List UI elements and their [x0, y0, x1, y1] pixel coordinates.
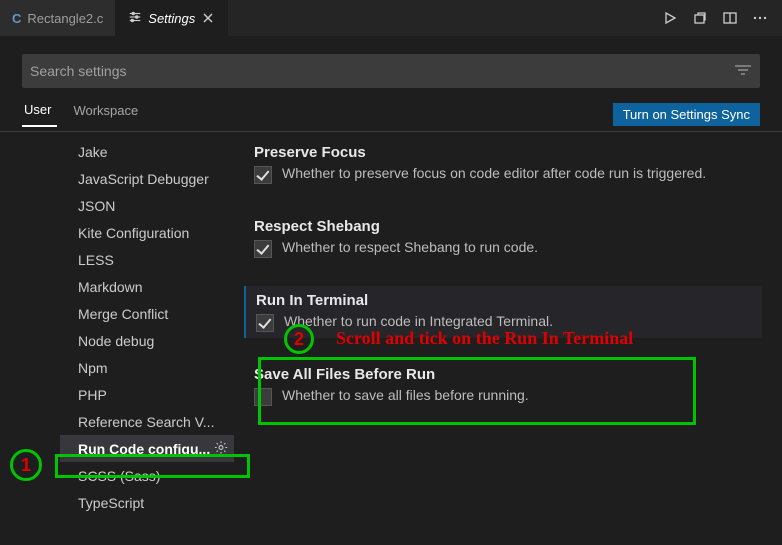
scope-row: User Workspace Turn on Settings Sync: [0, 98, 782, 132]
more-icon[interactable]: [752, 10, 768, 26]
open-json-icon[interactable]: [692, 10, 708, 26]
sidenav-item[interactable]: Run Code configu...: [60, 435, 234, 462]
sidenav-item[interactable]: Kite Configuration: [60, 219, 234, 246]
gear-icon[interactable]: [214, 440, 228, 457]
save-all-checkbox[interactable]: [254, 388, 272, 406]
settings-icon: [128, 10, 142, 27]
sidenav-item[interactable]: PHP: [60, 381, 234, 408]
sidenav-item[interactable]: Npm: [60, 354, 234, 381]
sidenav-item[interactable]: Reference Search V...: [60, 408, 234, 435]
sidenav-item[interactable]: LESS: [60, 246, 234, 273]
sidenav-item[interactable]: JavaScript Debugger: [60, 165, 234, 192]
respect-shebang-checkbox[interactable]: [254, 240, 272, 258]
setting-desc: Whether to run code in Integrated Termin…: [284, 312, 553, 331]
setting-title: Save All Files Before Run: [254, 366, 752, 383]
editor-actions: [648, 10, 782, 26]
sidenav-item[interactable]: Markdown: [60, 273, 234, 300]
run-icon[interactable]: [662, 10, 678, 26]
settings-sync-button[interactable]: Turn on Settings Sync: [613, 103, 760, 126]
setting-run-in-terminal: Run In Terminal Whether to run code in I…: [244, 286, 762, 338]
setting-desc: Whether to save all files before running…: [282, 386, 529, 405]
setting-title: Run In Terminal: [256, 292, 752, 309]
sidenav-item[interactable]: Merge Conflict: [60, 300, 234, 327]
sidenav-item[interactable]: TypeScript: [60, 489, 234, 516]
scope-user[interactable]: User: [22, 102, 57, 127]
setting-desc: Whether to respect Shebang to run code.: [282, 238, 538, 257]
settings-panel: Preserve Focus Whether to preserve focus…: [234, 138, 782, 545]
scope-workspace[interactable]: Workspace: [71, 103, 144, 126]
setting-preserve-focus: Preserve Focus Whether to preserve focus…: [244, 138, 762, 190]
setting-respect-shebang: Respect Shebang Whether to respect Sheba…: [244, 212, 762, 264]
close-icon[interactable]: [201, 11, 215, 25]
run-in-terminal-checkbox[interactable]: [256, 314, 274, 332]
c-file-icon: C: [12, 11, 21, 26]
sidenav-item[interactable]: Node debug: [60, 327, 234, 354]
sidenav-item[interactable]: SCSS (Sass): [60, 462, 234, 489]
tab-label: Rectangle2.c: [27, 11, 103, 26]
setting-save-all: Save All Files Before Run Whether to sav…: [244, 360, 762, 412]
setting-title: Respect Shebang: [254, 218, 752, 235]
sidenav-item[interactable]: JSON: [60, 192, 234, 219]
settings-search-row: [22, 54, 760, 88]
sidenav-item[interactable]: Jake: [60, 138, 234, 165]
search-input[interactable]: [30, 63, 734, 79]
settings-tree[interactable]: JakeJavaScript DebuggerJSONKite Configur…: [0, 138, 234, 545]
tab-rectangle2[interactable]: C Rectangle2.c: [0, 0, 116, 36]
tab-settings[interactable]: Settings: [116, 0, 228, 36]
filter-icon[interactable]: [734, 63, 752, 80]
tab-label: Settings: [148, 11, 195, 26]
setting-title: Preserve Focus: [254, 144, 752, 161]
preserve-focus-checkbox[interactable]: [254, 166, 272, 184]
setting-desc: Whether to preserve focus on code editor…: [282, 164, 706, 183]
split-editor-icon[interactable]: [722, 10, 738, 26]
tab-bar: C Rectangle2.c Settings: [0, 0, 782, 36]
